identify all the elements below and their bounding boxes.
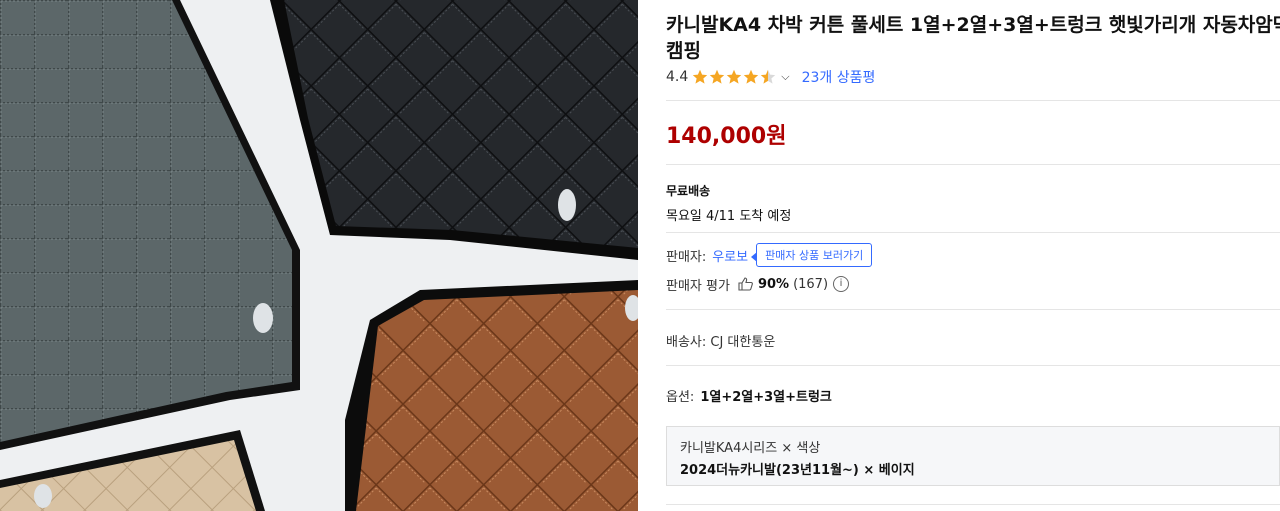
review-count-link[interactable]: 23개 상품평 [802,67,876,87]
star-icon [710,69,725,84]
star-rating[interactable] [692,69,777,85]
seller-rating-label: 판매자 평가 [666,278,730,294]
option-value: 1열+2열+3열+트렁크 [700,390,832,405]
star-icon [761,69,776,84]
seller-rating-row: 판매자 평가 90% (167) i [666,274,850,294]
product-info-panel: 카니발KA4 차박 커튼 풀세트 1열+2열+3열+트렁크 햇빛가리개 자동차암… [666,0,1280,511]
rating-row: 4.4 ⌵ 23개 상품평 [666,66,875,88]
divider [666,365,1280,366]
divider [666,232,1280,233]
star-icon [693,69,708,84]
info-icon[interactable]: i [833,276,850,292]
chevron-down-icon[interactable]: ⌵ [781,70,789,84]
option-row: 옵션: 1열+2열+3열+트렁크 [666,386,832,405]
product-image[interactable] [0,0,638,511]
product-price: 140,000원 [666,124,787,149]
star-icon [727,69,742,84]
seller-label: 판매자: [666,249,707,265]
divider [666,309,1280,310]
carrier-info: 배송사: CJ 대한통운 [666,335,776,350]
divider [666,504,1280,505]
delivery-date: 목요일 4/11 도착 예정 [666,209,792,224]
star-icon [744,69,759,84]
option-label: 옵션: [666,390,695,405]
rating-value: 4.4 [666,69,689,85]
seller-rating-count: (167) [793,276,829,292]
seller-row: 판매자: 우로보 판매자 상품 보러가기 [666,241,873,269]
thumbs-up-icon [738,277,753,291]
divider [666,100,1280,101]
divider [666,164,1280,165]
product-photo-svg [0,0,638,511]
selected-option-box[interactable]: 카니발KA4시리즈 × 색상 2024더뉴카니발(23년11월~) × 베이지 [666,426,1280,486]
free-shipping-label: 무료배송 [666,184,711,198]
option-box-selection: 2024더뉴카니발(23년11월~) × 베이지 [680,463,915,478]
option-box-header: 카니발KA4시리즈 × 색상 [680,441,821,456]
seller-name-link[interactable]: 우로보 [712,246,748,265]
seller-products-tooltip-button[interactable]: 판매자 상품 보러가기 [751,243,873,267]
product-title: 카니발KA4 차박 커튼 풀세트 1열+2열+3열+트렁크 햇빛가리개 자동차암… [666,14,1280,62]
seller-rating-percent: 90% [757,276,790,292]
